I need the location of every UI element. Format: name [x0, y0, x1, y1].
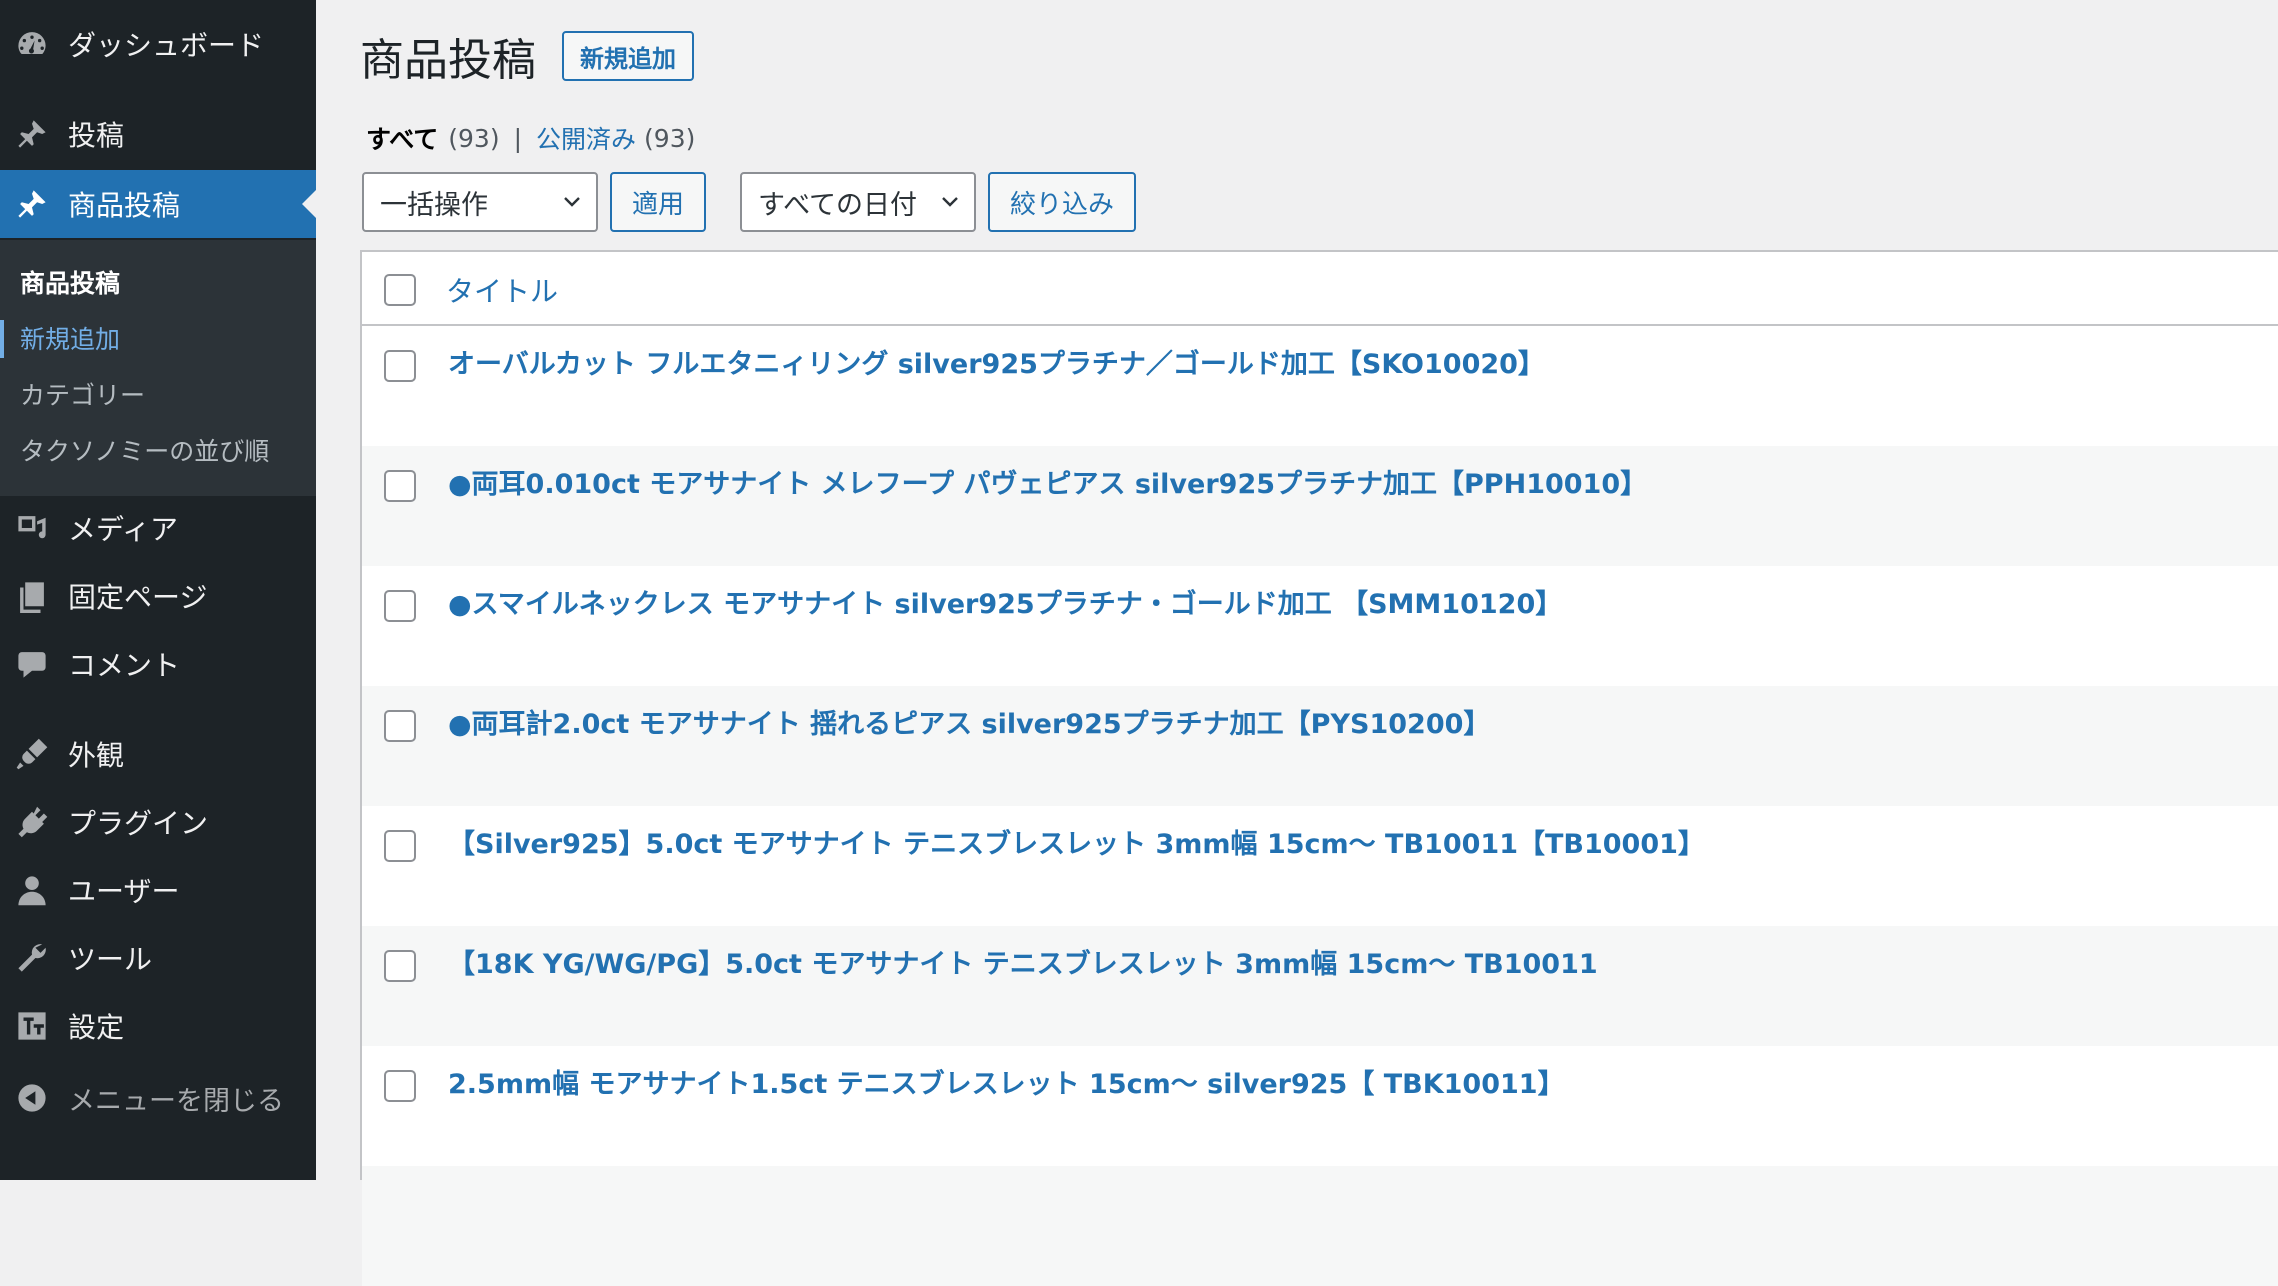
menu-label: コメント	[68, 649, 181, 682]
bulk-action-select[interactable]: 一括操作	[362, 172, 598, 232]
menu-item-appearance[interactable]: 外観	[0, 720, 316, 788]
menu-item-dashboard[interactable]: ダッシュボード	[0, 10, 316, 78]
row-checkbox[interactable]	[384, 950, 416, 982]
column-title-header[interactable]: タイトル	[446, 270, 558, 310]
page-title: 商品投稿	[360, 35, 536, 86]
bulk-action-value: 一括操作	[380, 189, 488, 221]
row-checkbox[interactable]	[384, 470, 416, 502]
filter-all-count: (93)	[448, 123, 500, 153]
status-filter-links: すべて (93) | 公開済み (93)	[366, 120, 695, 156]
admin-sidebar: ダッシュボード 投稿 商品投稿 商品投稿 新規追加 カテゴリー タクソノミーの並…	[0, 0, 316, 1180]
plugin-icon	[14, 804, 50, 840]
row-title-link[interactable]: ●スマイルネックレス モアサナイト silver925プラチナ・ゴールド加工 【…	[448, 582, 1562, 621]
add-new-button[interactable]: 新規追加	[562, 31, 694, 81]
collapse-icon	[14, 1080, 50, 1116]
pin-icon	[14, 186, 50, 222]
table-row: ●スマイルネックレス モアサナイト silver925プラチナ・ゴールド加工 【…	[362, 566, 2278, 686]
row-title-link[interactable]: ●両耳0.010ct モアサナイト メレフープ パヴェピアス silver925…	[448, 462, 1647, 501]
dashboard-icon	[14, 26, 50, 62]
main-content: 商品投稿 新規追加 すべて (93) | 公開済み (93) 一括操作 適用 す…	[316, 0, 2278, 1286]
menu-item-tools[interactable]: ツール	[0, 924, 316, 992]
chevron-down-icon	[564, 197, 580, 207]
menu-label: 固定ページ	[68, 581, 208, 614]
appearance-icon	[14, 736, 50, 772]
submenu-label: 新規追加	[20, 325, 121, 354]
table-row: オーバルカット フルエタニィリング silver925プラチナ／ゴールド加工【S…	[362, 326, 2278, 446]
chevron-down-icon	[942, 197, 958, 207]
table-row: ●両耳0.010ct モアサナイト メレフープ パヴェピアス silver925…	[362, 446, 2278, 566]
user-icon	[14, 872, 50, 908]
date-filter-value: すべての日付	[758, 189, 918, 221]
filter-all-link[interactable]: すべて	[366, 120, 438, 156]
pin-icon	[14, 116, 50, 152]
menu-label: ダッシュボード	[68, 29, 265, 62]
row-checkbox[interactable]	[384, 350, 416, 382]
active-indicator	[302, 190, 316, 218]
menu-item-settings[interactable]: 設定	[0, 992, 316, 1060]
posts-table: タイトル オーバルカット フルエタニィリング silver925プラチナ／ゴール…	[360, 250, 2278, 1286]
submenu: 商品投稿 新規追加 カテゴリー タクソノミーの並び順	[0, 240, 316, 496]
filter-published-link[interactable]: 公開済み	[536, 120, 636, 156]
table-row: 【18K YG/WG/PG】5.0ct モアサナイト テニスブレスレット 3mm…	[362, 926, 2278, 1046]
row-checkbox[interactable]	[384, 590, 416, 622]
row-title-link[interactable]: ●両耳計2.0ct モアサナイト 揺れるピアス silver925プラチナ加工【…	[448, 702, 1490, 741]
menu-label: 設定	[68, 1011, 125, 1044]
row-title-link[interactable]: 【Silver925】5.0ct モアサナイト テニスブレスレット 3mm幅 1…	[448, 822, 1705, 861]
select-all-checkbox[interactable]	[384, 274, 416, 306]
settings-icon	[14, 1008, 50, 1044]
media-icon	[14, 510, 50, 546]
table-row	[362, 1166, 2278, 1286]
table-header: タイトル	[362, 252, 2278, 326]
menu-label: プラグイン	[68, 807, 209, 840]
collapse-label: メニューを閉じる	[68, 1085, 284, 1117]
collapse-menu-button[interactable]: メニューを閉じる	[0, 1064, 316, 1132]
menu-item-posts[interactable]: 投稿	[0, 100, 316, 168]
hover-marker	[0, 320, 4, 358]
menu-label: 商品投稿	[68, 189, 181, 222]
menu-label: 外観	[68, 739, 125, 772]
date-filter-select[interactable]: すべての日付	[740, 172, 976, 232]
comment-icon	[14, 646, 50, 682]
row-title-link[interactable]: オーバルカット フルエタニィリング silver925プラチナ／ゴールド加工【S…	[448, 342, 1545, 381]
row-checkbox[interactable]	[384, 830, 416, 862]
menu-item-comments[interactable]: コメント	[0, 630, 316, 698]
submenu-item-category[interactable]: カテゴリー	[0, 366, 316, 422]
filter-published-count: (93)	[644, 123, 696, 153]
filter-separator: |	[513, 123, 523, 153]
pages-icon	[14, 578, 50, 614]
menu-item-pages[interactable]: 固定ページ	[0, 562, 316, 630]
submenu-item-add-new[interactable]: 新規追加	[0, 310, 316, 366]
row-title-link[interactable]: 2.5mm幅 モアサナイト1.5ct テニスブレスレット 15cm〜 silve…	[448, 1062, 1565, 1101]
apply-button[interactable]: 適用	[610, 172, 706, 232]
menu-item-media[interactable]: メディア	[0, 494, 316, 562]
table-row: ●両耳計2.0ct モアサナイト 揺れるピアス silver925プラチナ加工【…	[362, 686, 2278, 806]
menu-label: 投稿	[68, 119, 125, 152]
table-row: 2.5mm幅 モアサナイト1.5ct テニスブレスレット 15cm〜 silve…	[362, 1046, 2278, 1166]
row-title-link[interactable]: 【18K YG/WG/PG】5.0ct モアサナイト テニスブレスレット 3mm…	[448, 942, 1598, 981]
menu-label: メディア	[68, 513, 179, 546]
row-checkbox[interactable]	[384, 710, 416, 742]
submenu-item-product-posts[interactable]: 商品投稿	[0, 254, 316, 310]
menu-label: ツール	[68, 943, 153, 976]
menu-label: ユーザー	[68, 875, 180, 908]
menu-item-product-posts[interactable]: 商品投稿	[0, 170, 316, 238]
submenu-item-taxonomy-order[interactable]: タクソノミーの並び順	[0, 422, 316, 478]
menu-item-plugins[interactable]: プラグイン	[0, 788, 316, 856]
table-row: 【Silver925】5.0ct モアサナイト テニスブレスレット 3mm幅 1…	[362, 806, 2278, 926]
wrench-icon	[14, 940, 50, 976]
filter-button[interactable]: 絞り込み	[988, 172, 1136, 232]
row-checkbox[interactable]	[384, 1070, 416, 1102]
menu-item-users[interactable]: ユーザー	[0, 856, 316, 924]
